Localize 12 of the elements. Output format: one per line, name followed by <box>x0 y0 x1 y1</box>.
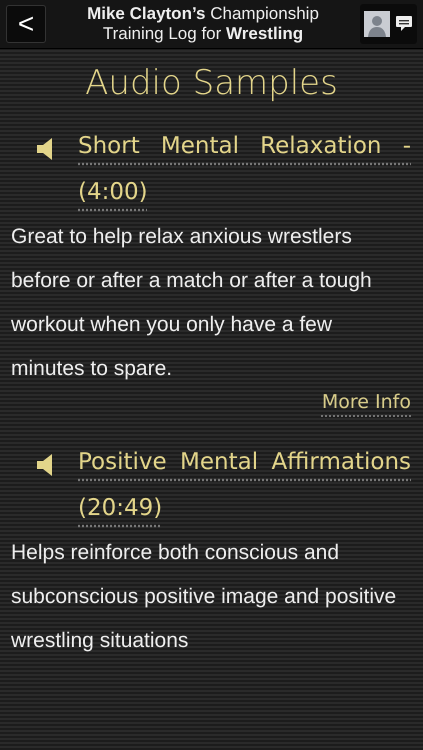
sample-description: Great to help relax anxious wrestlers before or after a match or after a tough workout when you only have a few minutes to spare. <box>11 224 373 382</box>
app-subtitle: Training Log for Wrestling <box>102 24 304 44</box>
sample-title-link[interactable]: Short Mental Relaxation - (4:00) <box>78 123 411 215</box>
sample-title-link[interactable]: Positive Mental Affirmations (20:49) <box>78 439 411 531</box>
speaker-icon[interactable] <box>36 137 54 161</box>
app-title: Mike Clayton’s Championship <box>87 4 319 24</box>
more-info-link[interactable]: More Info <box>322 391 411 413</box>
page-heading: Audio Samples <box>84 63 339 103</box>
sample-description: Helps reinforce both conscious and subconscious positive image and positive wrestling situations <box>11 540 398 654</box>
speaker-icon[interactable] <box>36 453 54 477</box>
chat-icon[interactable] <box>395 15 413 33</box>
back-button[interactable]: < <box>6 5 46 43</box>
